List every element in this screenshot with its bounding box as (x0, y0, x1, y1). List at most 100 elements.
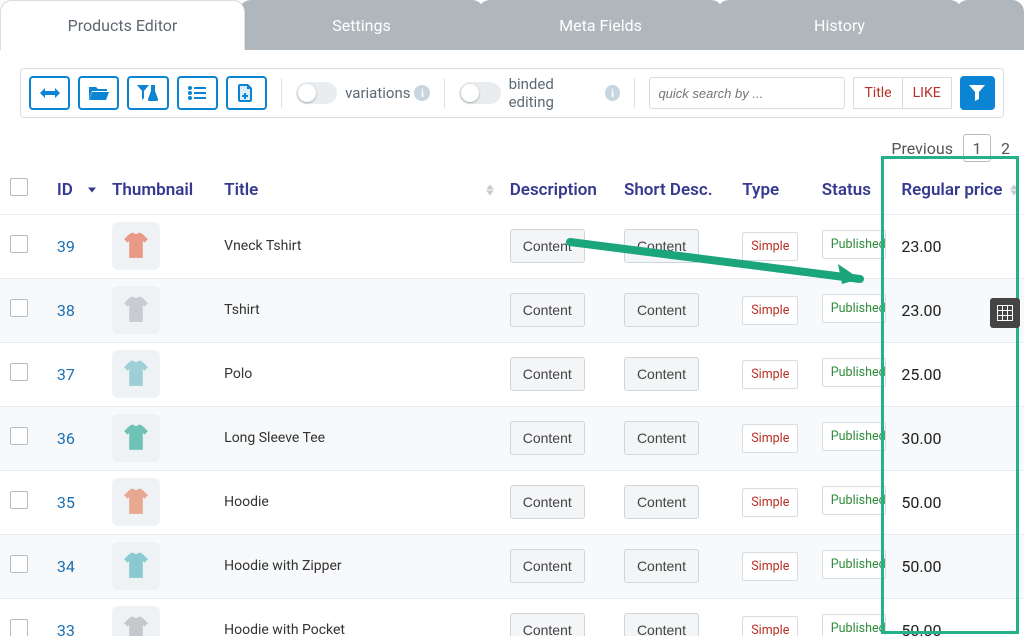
col-header-status[interactable]: Status (812, 166, 892, 214)
row-thumbnail[interactable] (112, 222, 160, 270)
row-status-badge[interactable]: Published (822, 614, 886, 636)
filter-op-select[interactable]: LIKE (902, 77, 952, 109)
row-id-link[interactable]: 37 (57, 365, 75, 384)
filter-field-select[interactable]: Title (853, 77, 901, 109)
row-title[interactable]: Vneck Tshirt (224, 238, 301, 254)
row-checkbox[interactable] (10, 299, 28, 317)
row-id-link[interactable]: 36 (57, 429, 75, 448)
filter-lab-button[interactable] (127, 76, 168, 110)
expand-button[interactable] (29, 76, 70, 110)
row-short-desc-button[interactable]: Content (624, 357, 699, 391)
row-status-badge[interactable]: Published (822, 358, 886, 387)
col-header-title[interactable]: Title (214, 166, 500, 214)
separator (634, 78, 635, 108)
row-id-link[interactable]: 34 (57, 557, 75, 576)
row-title[interactable]: Hoodie with Pocket (224, 622, 345, 636)
row-short-desc-button[interactable]: Content (624, 421, 699, 455)
row-checkbox[interactable] (10, 619, 28, 636)
row-thumbnail[interactable] (112, 350, 160, 398)
row-id-link[interactable]: 33 (57, 621, 75, 636)
tab-products-editor[interactable]: Products Editor (0, 0, 245, 50)
row-status-badge[interactable]: Published (822, 230, 886, 259)
col-header-type[interactable]: Type (732, 166, 812, 214)
row-description-button[interactable]: Content (510, 613, 585, 636)
binded-editing-toggle[interactable] (459, 82, 500, 104)
row-type-badge[interactable]: Simple (742, 552, 798, 581)
row-type-badge[interactable]: Simple (742, 616, 798, 636)
pager-page-1[interactable]: 1 (963, 134, 991, 162)
row-description-button[interactable]: Content (510, 485, 585, 519)
row-type-badge[interactable]: Simple (742, 232, 798, 261)
row-id-link[interactable]: 35 (57, 493, 75, 512)
row-description-button[interactable]: Content (510, 293, 585, 327)
row-title[interactable]: Polo (224, 366, 252, 382)
row-type-badge[interactable]: Simple (742, 360, 798, 389)
col-header-short-desc[interactable]: Short Desc. (614, 166, 732, 214)
tab-meta-fields[interactable]: Meta Fields (478, 0, 723, 50)
binded-editing-label: binded editingi (509, 75, 621, 111)
row-thumbnail[interactable] (112, 542, 160, 590)
row-regular-price[interactable]: 23.00 (901, 301, 941, 320)
quick-search-input[interactable] (649, 77, 845, 109)
row-checkbox[interactable] (10, 427, 28, 445)
variations-toggle[interactable] (296, 82, 337, 104)
row-short-desc-button[interactable]: Content (624, 229, 699, 263)
calc-tool-button[interactable] (990, 298, 1020, 328)
row-short-desc-button[interactable]: Content (624, 613, 699, 636)
row-status-badge[interactable]: Published (822, 486, 886, 515)
row-thumbnail[interactable] (112, 286, 160, 334)
row-description-button[interactable]: Content (510, 229, 585, 263)
row-regular-price[interactable]: 25.00 (901, 365, 941, 384)
open-button[interactable] (78, 76, 119, 110)
row-checkbox[interactable] (10, 235, 28, 253)
row-type-badge[interactable]: Simple (742, 488, 798, 517)
folder-open-icon (89, 85, 109, 101)
row-checkbox[interactable] (10, 491, 28, 509)
tab-label: Meta Fields (559, 16, 642, 35)
row-checkbox[interactable] (10, 363, 28, 381)
pager: Previous 1 2 (0, 128, 1024, 166)
pager-previous[interactable]: Previous (891, 139, 953, 158)
col-header-id[interactable]: ID (47, 166, 102, 214)
add-button[interactable] (226, 76, 267, 110)
row-regular-price[interactable]: 50.00 (901, 493, 941, 512)
row-status-badge[interactable]: Published (822, 422, 886, 451)
row-status-badge[interactable]: Published (822, 294, 886, 323)
row-short-desc-button[interactable]: Content (624, 549, 699, 583)
row-id-link[interactable]: 39 (57, 237, 75, 256)
row-regular-price[interactable]: 23.00 (901, 237, 941, 256)
row-thumbnail[interactable] (112, 606, 160, 636)
row-title[interactable]: Hoodie with Zipper (224, 558, 342, 574)
row-regular-price[interactable]: 50.00 (901, 557, 941, 576)
row-description-button[interactable]: Content (510, 357, 585, 391)
row-id-link[interactable]: 38 (57, 301, 75, 320)
row-thumbnail[interactable] (112, 414, 160, 462)
row-regular-price[interactable]: 50.00 (901, 621, 941, 636)
row-description-button[interactable]: Content (510, 421, 585, 455)
row-title[interactable]: Hoodie (224, 494, 269, 510)
row-thumbnail[interactable] (112, 478, 160, 526)
col-header-thumbnail[interactable]: Thumbnail (102, 166, 214, 214)
info-icon[interactable]: i (414, 85, 430, 101)
row-description-button[interactable]: Content (510, 549, 585, 583)
row-type-badge[interactable]: Simple (742, 296, 798, 325)
tab-history[interactable]: History (717, 0, 962, 50)
apply-filter-button[interactable] (960, 76, 995, 110)
row-title[interactable]: Tshirt (224, 302, 260, 318)
row-short-desc-button[interactable]: Content (624, 293, 699, 327)
col-header-description[interactable]: Description (500, 166, 614, 214)
col-header-regular-price[interactable]: Regular price (891, 166, 1024, 214)
col-header-checkbox[interactable] (0, 166, 47, 214)
row-short-desc-button[interactable]: Content (624, 485, 699, 519)
row-title[interactable]: Long Sleeve Tee (224, 430, 325, 446)
row-regular-price[interactable]: 30.00 (901, 429, 941, 448)
row-type-badge[interactable]: Simple (742, 424, 798, 453)
row-checkbox[interactable] (10, 555, 28, 573)
info-icon[interactable]: i (605, 85, 621, 101)
pager-page-2[interactable]: 2 (1001, 139, 1010, 158)
tab-settings[interactable]: Settings (239, 0, 484, 50)
row-status-badge[interactable]: Published (822, 550, 886, 579)
tab-label: Products Editor (68, 16, 178, 35)
list-button[interactable] (177, 76, 218, 110)
select-all-checkbox[interactable] (10, 178, 28, 196)
